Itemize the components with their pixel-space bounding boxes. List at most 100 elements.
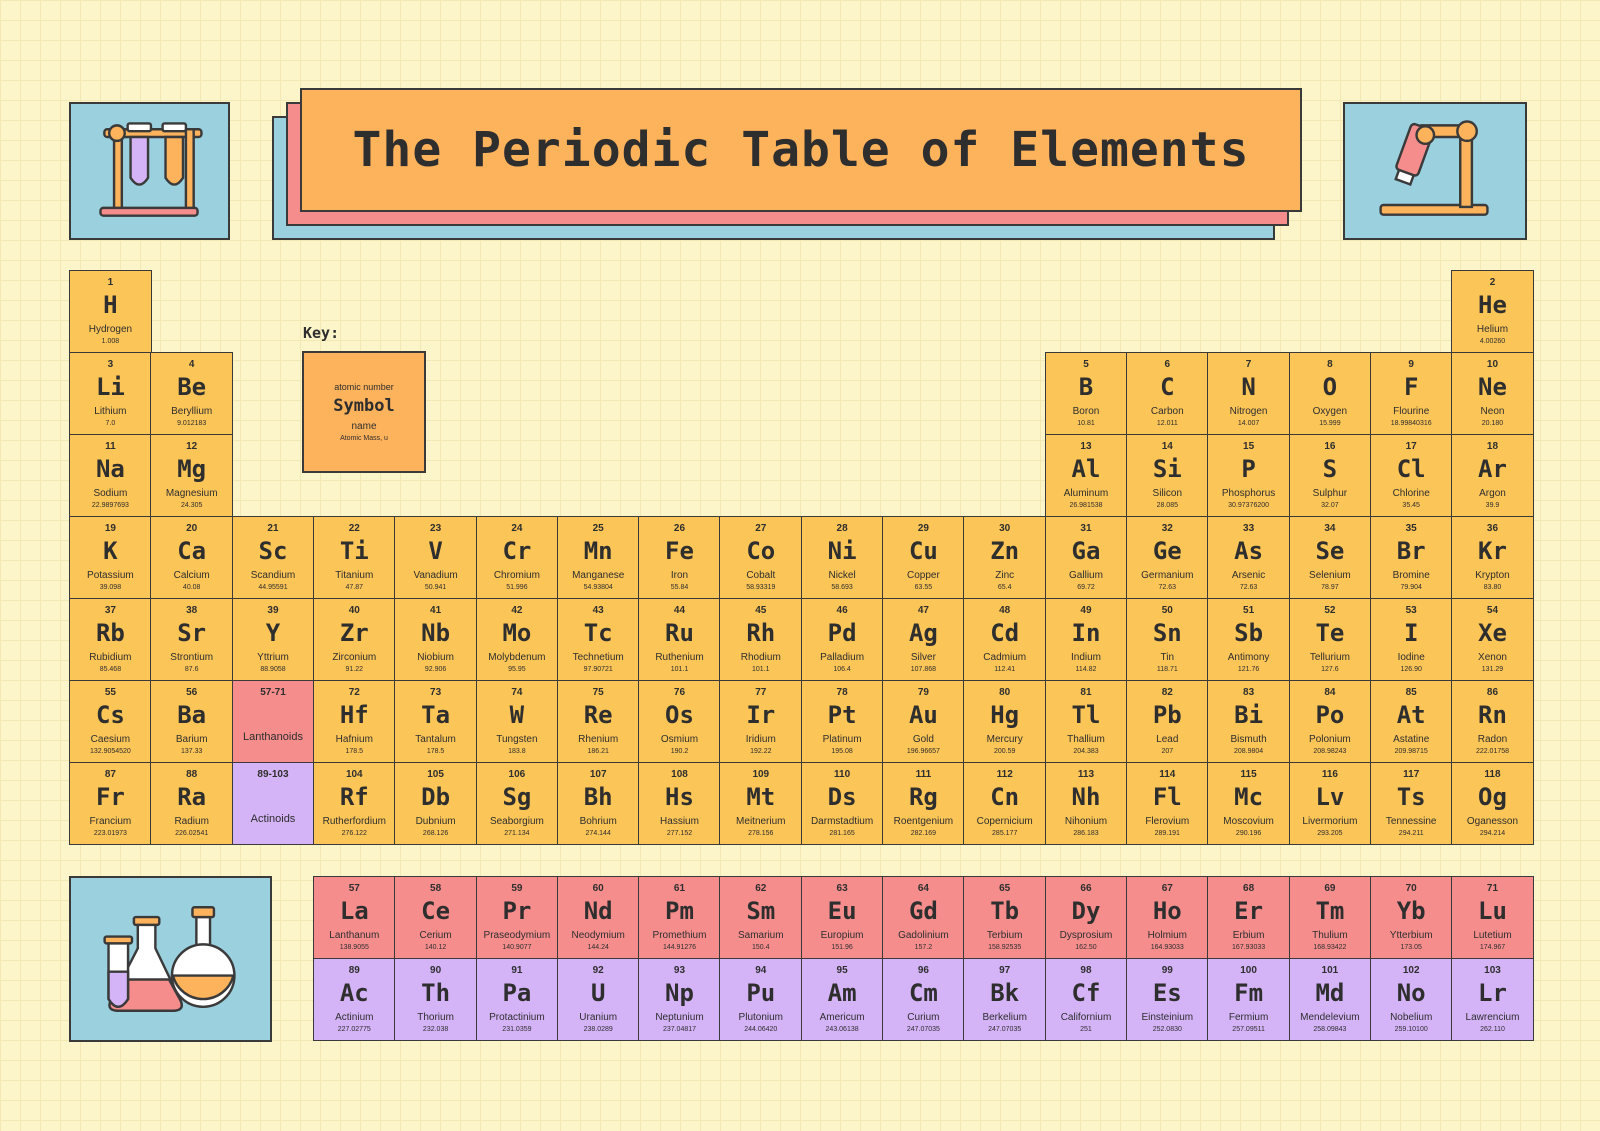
atomic-number: 51 (1243, 605, 1255, 616)
atomic-mass: 277.152 (666, 830, 693, 837)
atomic-number: 34 (1324, 523, 1336, 534)
element-name: Sulphur (1312, 488, 1348, 499)
element-name: Platinum (822, 734, 862, 745)
atomic-number: 9 (1408, 359, 1414, 370)
element-name: Caesium (90, 734, 131, 745)
element-name: Bohrium (579, 816, 617, 827)
element-name: Thorium (417, 1012, 454, 1023)
element-iridium: 77 Ir Iridium 192.22 (719, 680, 803, 764)
atomic-number: 107 (589, 769, 607, 780)
element-symbol: Fl (1152, 783, 1182, 811)
atomic-mass: 44.95591 (258, 584, 288, 591)
element-symbol: Ce (421, 897, 451, 925)
atomic-mass: 289.191 (1154, 830, 1180, 837)
atomic-mass: 58.93319 (746, 584, 776, 591)
atomic-mass: 262.110 (1480, 1026, 1505, 1033)
element-symbol: Si (1152, 455, 1182, 483)
element-lithium: 3 Li Lithium 7.0 (69, 352, 152, 436)
atomic-mass: 101.1 (670, 666, 689, 673)
atomic-number: 106 (508, 769, 526, 780)
element-symbol: Rb (95, 619, 125, 647)
element-symbol: Fe (665, 537, 694, 565)
atomic-mass: 140.9077 (502, 944, 532, 951)
element-magnesium: 12 Mg Magnesium 24.305 (150, 434, 234, 518)
element-symbol: Te (1315, 619, 1345, 647)
element-thulium: 69 Tm Thulium 168.93422 (1288, 876, 1372, 960)
element-name: Carbon (1150, 406, 1184, 417)
element-symbol: Pb (1152, 701, 1182, 729)
element-name: Calcium (173, 570, 210, 581)
element-name: Thulium (1312, 930, 1348, 941)
atomic-mass: 95.95 (508, 666, 526, 673)
element-name: Scandium (250, 570, 296, 581)
atomic-number: 104 (345, 769, 363, 780)
element-symbol: Rg (908, 783, 938, 811)
element-americum: 95 Am Americum 243.06138 (800, 958, 884, 1042)
element-symbol: Sm (746, 897, 776, 925)
atomic-number: 28 (836, 523, 848, 534)
element-name: Rutherfordium (322, 816, 386, 827)
element-name: Oxygen (1312, 406, 1348, 417)
atomic-mass: 178.5 (345, 748, 364, 755)
element-name: Aluminum (1063, 488, 1109, 499)
atomic-number: 46 (836, 605, 848, 616)
element-europium: 63 Eu Europium 151.96 (800, 876, 884, 960)
element-symbol: Cu (908, 537, 938, 565)
element-arsenic: 33 As Arsenic 72.63 (1207, 516, 1290, 600)
element-name: Phosphorus (1221, 488, 1276, 499)
element-group-actinoids: 89-103 Actinoids (231, 762, 315, 846)
element-symbol: Pa (502, 979, 532, 1007)
atomic-mass: 281.165 (829, 830, 855, 837)
element-name: Protactinium (489, 1012, 545, 1023)
atomic-mass: 4.00260 (1479, 338, 1506, 345)
element-phosphorus: 15 P Phosphorus 30.97376200 (1207, 434, 1290, 518)
element-symbol: Na (95, 455, 125, 483)
element-osmium: 76 Os Osmium 190.2 (638, 680, 721, 764)
element-platinum: 78 Pt Platinum 195.08 (800, 680, 884, 764)
element-boron: 5 B Boron 10.81 (1044, 352, 1128, 436)
element-nihonium: 113 Nh Nihonium 286.183 (1044, 762, 1128, 846)
element-protactinium: 91 Pa Protactinium 231.0359 (475, 958, 559, 1042)
element-bismuth: 83 Bi Bismuth 208.9804 (1207, 680, 1290, 764)
element-name: Boron (1072, 406, 1100, 417)
atomic-mass: 247.07035 (988, 1026, 1022, 1033)
element-symbol: Tc (583, 619, 613, 647)
atomic-number: 93 (673, 965, 686, 976)
atomic-mass: 126.90 (1400, 666, 1422, 673)
atomic-number: 7 (1245, 359, 1252, 370)
element-name: Cadmium (983, 652, 1027, 663)
atomic-mass: 223.01973 (93, 830, 127, 837)
element-name: Radium (174, 816, 209, 827)
atomic-number: 11 (105, 441, 116, 452)
atomic-number: 16 (1324, 441, 1336, 452)
element-name: Plutonium (738, 1012, 784, 1023)
element-name: Zirconium (332, 652, 377, 663)
element-symbol: Sc (258, 537, 288, 565)
atomic-number: 21 (267, 523, 279, 534)
element-molybdenum: 42 Mo Molybdenum 95.95 (475, 598, 559, 682)
element-symbol: Sn (1152, 619, 1182, 647)
element-symbol: Br (1396, 537, 1426, 565)
atomic-number: 114 (1159, 769, 1176, 780)
element-name: Sodium (93, 488, 128, 499)
element-symbol: Cr (502, 537, 532, 565)
atomic-number: 30 (999, 523, 1011, 534)
element-name: Palladium (820, 652, 865, 663)
element-promethium: 61 Pm Promethium 144.91276 (638, 876, 721, 960)
atomic-number: 50 (1161, 605, 1173, 616)
element-praseodymium: 59 Pr Praseodymium 140.9077 (475, 876, 559, 960)
element-symbol: Hg (990, 701, 1020, 729)
atomic-number: 48 (999, 605, 1011, 616)
element-symbol: Dy (1071, 897, 1101, 925)
element-symbol: Ds (827, 783, 857, 811)
atomic-number: 81 (1080, 687, 1092, 698)
element-symbol: Pu (746, 979, 776, 1007)
element-mercury: 80 Hg Mercury 200.59 (963, 680, 1047, 764)
atomic-number: 98 (1080, 965, 1092, 976)
element-symbol: V (428, 537, 443, 565)
element-radium: 88 Ra Radium 226.02541 (150, 762, 234, 846)
atomic-mass: 127.6 (1321, 666, 1339, 673)
atomic-number: 100 (1240, 965, 1257, 976)
element-chlorine: 17 Cl Chlorine 35.45 (1369, 434, 1453, 518)
element-dubnium: 105 Db Dubnium 268.126 (394, 762, 477, 846)
